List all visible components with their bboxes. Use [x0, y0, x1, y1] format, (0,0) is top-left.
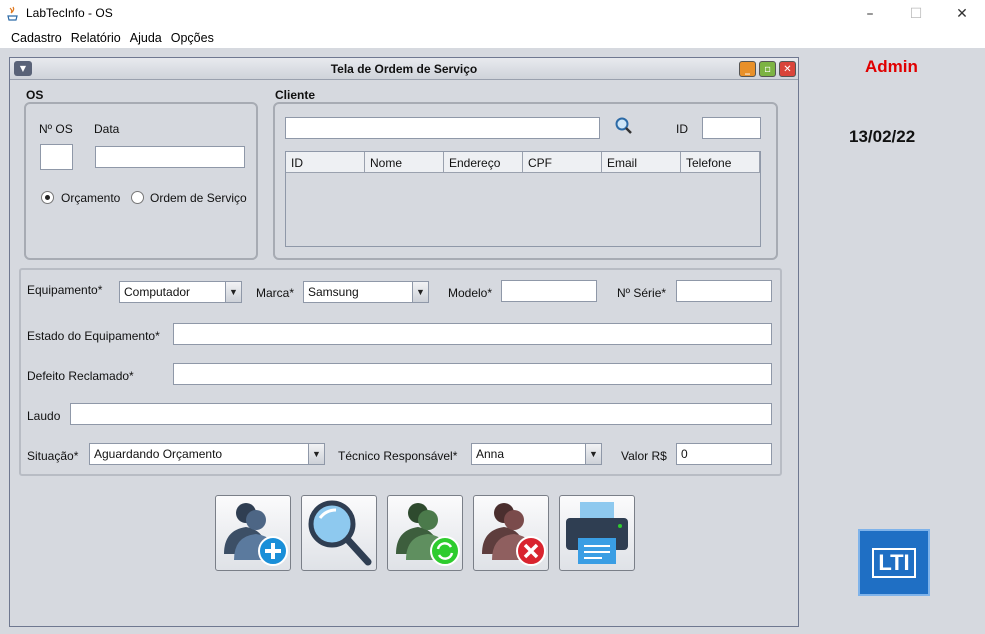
lti-logo: LTI	[858, 529, 930, 596]
modelo-field[interactable]	[501, 280, 597, 302]
add-os-icon	[224, 503, 288, 566]
tecnico-value: Anna	[476, 447, 505, 461]
radio-ordem-servico-label[interactable]: Ordem de Serviço	[150, 191, 247, 205]
frame-close-icon[interactable]: ✕	[779, 61, 796, 77]
menu-relatorio[interactable]: Relatório	[71, 31, 121, 45]
lti-logo-text: LTI	[872, 547, 916, 578]
situacao-label: Situação*	[27, 449, 79, 463]
window-title: LabTecInfo - OS	[26, 6, 113, 20]
valor-field[interactable]: 0	[676, 443, 772, 465]
frame-maximize-icon[interactable]: ▫	[759, 61, 776, 77]
update-os-icon	[396, 503, 460, 566]
radio-orcamento[interactable]	[41, 191, 54, 204]
modelo-label: Modelo*	[448, 286, 493, 300]
update-os-button[interactable]	[387, 495, 463, 571]
menu-bar: Cadastro Relatório Ajuda Opções	[0, 28, 985, 48]
delete-os-button[interactable]	[473, 495, 549, 571]
tecnico-combo[interactable]: Anna ▼	[471, 443, 602, 465]
os-date-label: Data	[94, 122, 120, 136]
laudo-label: Laudo	[27, 409, 61, 423]
tecnico-label: Técnico Responsável*	[338, 449, 458, 463]
situacao-combo[interactable]: Aguardando Orçamento ▼	[89, 443, 325, 465]
cliente-search-input[interactable]	[285, 117, 600, 139]
col-email[interactable]: Email	[602, 152, 681, 172]
equipamento-value: Computador	[124, 285, 191, 299]
java-icon	[6, 6, 20, 22]
chevron-down-icon: ▼	[308, 444, 324, 464]
menu-ajuda[interactable]: Ajuda	[130, 31, 162, 45]
os-number-field[interactable]	[40, 144, 73, 170]
menu-opcoes[interactable]: Opções	[171, 31, 214, 45]
user-label: Admin	[865, 57, 918, 76]
os-group-title: OS	[26, 88, 44, 102]
window-titlebar: LabTecInfo - OS – ☐ ✕	[0, 0, 985, 28]
delete-os-icon	[482, 503, 546, 566]
chevron-down-icon: ▼	[585, 444, 601, 464]
col-id[interactable]: ID	[286, 152, 365, 172]
cliente-id-label: ID	[676, 122, 688, 136]
marca-value: Samsung	[308, 285, 359, 299]
defeito-label: Defeito Reclamado*	[27, 369, 134, 383]
menu-cadastro[interactable]: Cadastro	[11, 31, 62, 45]
equipamento-combo[interactable]: Computador ▼	[119, 281, 242, 303]
maximize-button[interactable]: ☐	[893, 0, 939, 28]
search-os-button[interactable]	[301, 495, 377, 571]
search-os-icon	[308, 500, 372, 566]
chevron-down-icon: ▼	[225, 282, 241, 302]
os-internal-frame: ▼ Tela de Ordem de Serviço _ ▫ ✕ OS Nº O…	[9, 57, 799, 627]
laudo-field[interactable]	[70, 403, 772, 425]
print-os-icon	[566, 502, 628, 564]
valor-label: Valor R$	[621, 449, 667, 463]
print-os-button[interactable]	[559, 495, 635, 571]
close-button[interactable]: ✕	[939, 0, 985, 28]
marca-combo[interactable]: Samsung ▼	[303, 281, 429, 303]
radio-ordem-servico[interactable]	[131, 191, 144, 204]
frame-minimize-icon[interactable]: _	[739, 61, 756, 77]
cliente-id-field[interactable]	[702, 117, 761, 139]
estado-label: Estado do Equipamento*	[27, 329, 160, 343]
col-cpf[interactable]: CPF	[523, 152, 602, 172]
table-header: ID Nome Endereço CPF Email Telefone	[286, 152, 760, 173]
clientes-table[interactable]: ID Nome Endereço CPF Email Telefone	[285, 151, 761, 247]
equipamento-label: Equipamento*	[27, 283, 103, 297]
date-label: 13/02/22	[849, 127, 916, 146]
serie-label: Nº Série*	[617, 286, 667, 300]
os-number-label: Nº OS	[39, 122, 73, 136]
frame-titlebar: ▼ Tela de Ordem de Serviço _ ▫ ✕	[10, 58, 798, 80]
col-telefone[interactable]: Telefone	[681, 152, 760, 172]
add-os-button[interactable]	[215, 495, 291, 571]
serie-field[interactable]	[676, 280, 772, 302]
radio-orcamento-label[interactable]: Orçamento	[61, 191, 120, 205]
estado-field[interactable]	[173, 323, 772, 345]
col-endereco[interactable]: Endereço	[444, 152, 523, 172]
os-date-field[interactable]	[95, 146, 245, 168]
cliente-group-title: Cliente	[275, 88, 316, 102]
chevron-down-icon: ▼	[412, 282, 428, 302]
defeito-field[interactable]	[173, 363, 772, 385]
frame-title: Tela de Ordem de Serviço	[330, 62, 478, 76]
search-icon[interactable]	[614, 116, 634, 136]
marca-label: Marca*	[256, 286, 295, 300]
col-nome[interactable]: Nome	[365, 152, 444, 172]
situacao-value: Aguardando Orçamento	[94, 447, 223, 461]
minimize-button[interactable]: –	[847, 0, 893, 28]
